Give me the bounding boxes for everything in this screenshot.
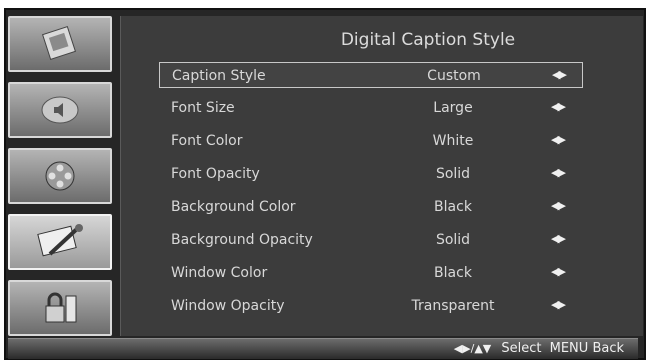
setup-tools-icon [30, 220, 90, 264]
setting-window-opacity[interactable]: Window Opacity Transparent ◀▶ [159, 293, 583, 319]
setting-font-size[interactable]: Font Size Large ◀▶ [159, 95, 583, 121]
page-title: Digital Caption Style [340, 30, 516, 50]
left-right-arrows-icon[interactable]: ◀▶ [551, 298, 566, 311]
menu-key-label: MENU [549, 341, 589, 356]
setting-label: Background Color [171, 199, 296, 215]
sidebar-tab-picture[interactable] [8, 16, 112, 72]
left-right-arrows-icon[interactable]: ◀▶ [551, 133, 566, 146]
channel-reel-icon [32, 156, 88, 196]
setting-label: Background Opacity [171, 232, 313, 248]
select-hint-label: Select [501, 341, 542, 356]
setting-background-color[interactable]: Background Color Black ◀▶ [159, 194, 583, 220]
lock-icon [32, 288, 88, 328]
setting-label: Window Color [171, 265, 268, 281]
setting-label: Font Opacity [171, 166, 260, 182]
setting-label: Font Color [171, 133, 243, 149]
setting-value: Solid [435, 232, 471, 248]
left-right-arrows-icon[interactable]: ◀▶ [551, 199, 566, 212]
sidebar-tab-setup[interactable] [8, 214, 112, 270]
setting-value: Black [434, 265, 472, 281]
setting-value: Solid [435, 166, 471, 182]
footer-hint: ◀▶/▲▼ Select MENU Back [454, 341, 624, 356]
back-hint-label: Back [592, 341, 624, 356]
left-right-arrows-icon[interactable]: ◀▶ [552, 68, 567, 81]
picture-icon [32, 24, 88, 64]
setting-label: Window Opacity [171, 298, 285, 314]
setting-font-color[interactable]: Font Color White ◀▶ [159, 128, 583, 154]
left-right-arrows-icon[interactable]: ◀▶ [551, 100, 566, 113]
left-right-arrows-icon[interactable]: ◀▶ [551, 232, 566, 245]
setting-window-color[interactable]: Window Color Black ◀▶ [159, 260, 583, 286]
setting-background-opacity[interactable]: Background Opacity Solid ◀▶ [159, 227, 583, 253]
navigation-arrows-icon: ◀▶/▲▼ [453, 342, 492, 355]
menu-sidebar [8, 16, 116, 340]
setting-value: Transparent [411, 298, 495, 314]
setting-value: Custom [427, 68, 481, 84]
setting-label: Font Size [171, 100, 235, 116]
setting-value: Large [433, 100, 473, 116]
audio-icon [32, 90, 88, 130]
setting-value: Black [434, 199, 472, 215]
left-right-arrows-icon[interactable]: ◀▶ [551, 166, 566, 179]
setting-caption-style[interactable]: Caption Style Custom ◀▶ [159, 62, 583, 88]
left-right-arrows-icon[interactable]: ◀▶ [551, 265, 566, 278]
sidebar-tab-lock[interactable] [8, 280, 112, 336]
digital-caption-style-panel: Digital Caption Style Caption Style Cust… [120, 16, 643, 336]
setting-value: White [432, 133, 474, 149]
footer-help-bar: ◀▶/▲▼ Select MENU Back [8, 338, 638, 359]
setting-font-opacity[interactable]: Font Opacity Solid ◀▶ [159, 161, 583, 187]
setting-label: Caption Style [172, 68, 266, 84]
sidebar-tab-channel[interactable] [8, 148, 112, 204]
sidebar-tab-audio[interactable] [8, 82, 112, 138]
